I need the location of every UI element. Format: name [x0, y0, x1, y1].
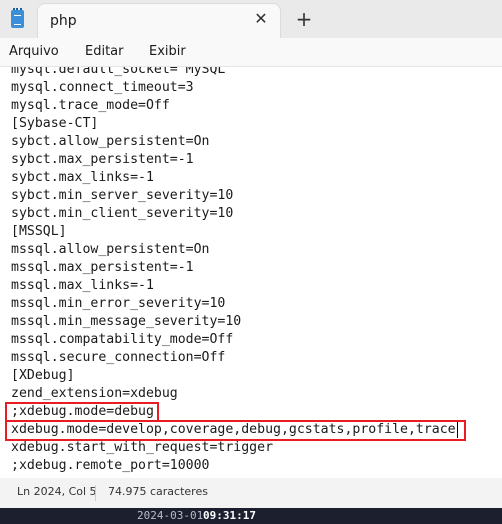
text-cursor	[457, 422, 458, 438]
editor-line: ;xdebug.remote_port=10000	[11, 458, 210, 473]
editor-line: [MSSQL]	[11, 224, 67, 239]
editor-line: mssql.secure_connection=Off	[11, 350, 226, 365]
tab-title: php	[50, 13, 77, 29]
notepad-icon	[11, 8, 24, 28]
editor-line: sybct.min_server_severity=10	[11, 188, 234, 203]
editor-line: sybct.max_links=-1	[11, 170, 154, 185]
status-divider	[95, 485, 96, 501]
editor-line: mysql.default_socket= MySQL	[11, 66, 226, 77]
editor-line: mssql.compatability_mode=Off	[11, 332, 234, 347]
taskbar-clock: 2024-03-01 09:31:17	[0, 508, 502, 524]
highlight-box-commented-mode	[5, 402, 159, 422]
editor-line: mssql.max_links=-1	[11, 278, 154, 293]
menu-arquivo[interactable]: Arquivo	[9, 44, 59, 59]
cursor-position: Ln 2024, Col 5	[17, 485, 97, 498]
editor-line: mssql.allow_persistent=On	[11, 242, 210, 257]
editor-line: zend_extension=xdebug	[11, 386, 178, 401]
character-count: 74.975 caracteres	[108, 485, 208, 498]
editor-line: sybct.max_persistent=-1	[11, 152, 194, 167]
close-icon[interactable]: ✕	[251, 9, 271, 29]
menu-editar[interactable]: Editar	[85, 44, 124, 59]
editor-line: mssql.min_error_severity=10	[11, 296, 226, 311]
menu-exibir[interactable]: Exibir	[149, 44, 186, 59]
new-tab-button[interactable]: +	[294, 8, 314, 30]
status-bar: Ln 2024, Col 5 74.975 caracteres	[0, 478, 502, 508]
tab-bar: php ✕ +	[0, 0, 502, 38]
editor-line: xdebug.start_with_request=trigger	[11, 440, 274, 455]
editor-line: mssql.max_persistent=-1	[11, 260, 194, 275]
editor-line: sybct.min_client_severity=10	[11, 206, 234, 221]
tab-php[interactable]: php ✕	[38, 4, 280, 38]
editor-line: [XDebug]	[11, 368, 75, 383]
menu-bar: Arquivo Editar Exibir	[0, 38, 502, 66]
editor-line: mssql.min_message_severity=10	[11, 314, 242, 329]
editor-line: [Sybase-CT]	[11, 116, 99, 131]
text-editor[interactable]: mysql.default_socket= MySQL mysql.connec…	[0, 66, 502, 480]
clock-date: 2024-03-01	[137, 509, 204, 522]
highlight-box-active-mode	[5, 420, 466, 441]
editor-line: sybct.allow_persistent=On	[11, 134, 210, 149]
editor-line: mysql.trace_mode=Off	[11, 98, 170, 113]
clock-time: 09:31:17	[203, 509, 256, 522]
editor-line: mysql.connect_timeout=3	[11, 80, 194, 95]
